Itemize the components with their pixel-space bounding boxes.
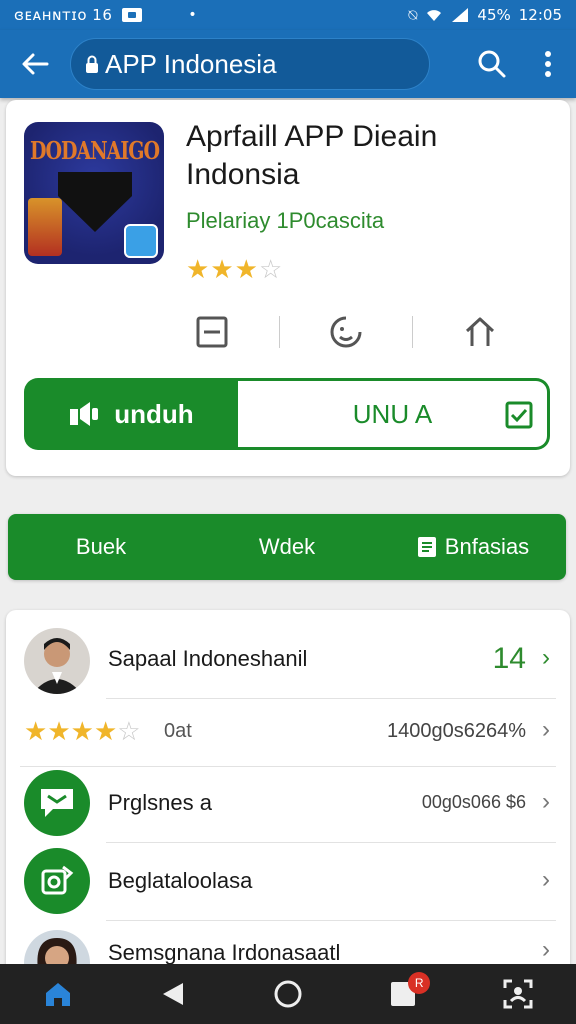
star-empty-icon: ☆: [117, 716, 141, 746]
arrow-left-icon: [22, 53, 49, 75]
clock: 12:05: [518, 6, 562, 24]
avatar: [24, 628, 90, 694]
search-icon: [478, 50, 506, 78]
row-label: Sapaal Indoneshanil: [108, 646, 308, 671]
share-button[interactable]: [280, 304, 413, 360]
app-title: Aprfaill APP Dieain Indonsia: [186, 120, 438, 191]
dot-icon: •: [188, 7, 198, 23]
list-item[interactable]: Prglsnes a 00g0s066 $6 ›: [6, 768, 570, 842]
star-icon: ★: [210, 254, 235, 284]
app-bar: APP Indonesia: [0, 30, 576, 98]
nav-scan-button[interactable]: [483, 964, 553, 1024]
face-badge-icon: [124, 224, 158, 258]
tab-label: Bnfasias: [444, 534, 530, 559]
chevron-right-icon: ›: [542, 866, 550, 893]
secondary-label: UNU A: [352, 398, 433, 429]
star-icon: ★: [93, 716, 118, 746]
share-face-icon: [330, 316, 362, 348]
wifi-icon: [427, 10, 442, 21]
app-icon-text: DODANAIGO: [30, 136, 160, 166]
battery-level: 45%: [477, 6, 511, 24]
signal-icon: [452, 8, 469, 22]
divider: [20, 766, 556, 767]
row-value: 14: [492, 642, 526, 675]
nav-home-button[interactable]: [23, 964, 93, 1024]
list-item[interactable]: ★★★★☆ 0at 1400g0s6264% ›: [6, 700, 570, 766]
circle-icon: [274, 980, 302, 1008]
tab-bnfasias[interactable]: Bnfasias: [380, 534, 566, 560]
search-button[interactable]: [464, 30, 520, 98]
developer-name[interactable]: Plelariay 1P0cascita: [186, 208, 384, 234]
list-item[interactable]: Beglataloolasa ›: [6, 844, 570, 918]
notification-icon: [122, 8, 143, 22]
quick-actions: [146, 304, 546, 360]
details-button[interactable]: [146, 304, 279, 360]
notification-badge: R: [408, 972, 431, 994]
star-empty-icon: ☆: [258, 254, 284, 284]
star-icon: ★: [24, 716, 48, 746]
divider: [106, 920, 556, 921]
nav-recents-button[interactable]: R: [368, 964, 438, 1024]
overflow-menu-button[interactable]: [520, 30, 576, 98]
download-icon: [70, 402, 99, 426]
row-label: Semsgnana Irdonasaatl: [108, 940, 341, 965]
row-value: 00g0s066 $6: [421, 792, 526, 812]
app-rating: ★★★☆: [186, 254, 283, 285]
chevron-right-icon: ›: [542, 936, 550, 963]
star-icon: ★: [70, 716, 94, 746]
tab-wdek[interactable]: Wdek: [194, 534, 380, 560]
chat-bubble-icon: [24, 770, 90, 836]
app-icon[interactable]: DODANAIGO: [24, 122, 164, 264]
mascot-icon: [28, 198, 62, 256]
tab-label: Buek: [75, 534, 127, 559]
info-list: Sapaal Indoneshanil 14 › ★★★★☆ 0at 1400g…: [6, 610, 570, 970]
star-icon: ★: [47, 716, 71, 746]
address-bar[interactable]: APP Indonesia: [70, 38, 430, 90]
secondary-button[interactable]: UNU A: [238, 378, 550, 450]
home-button[interactable]: [413, 304, 546, 360]
home-icon: [45, 983, 70, 1006]
star-icon: ★: [186, 254, 211, 284]
lock-icon: [86, 55, 98, 73]
more-vert-icon: [545, 51, 551, 77]
row-label: 0at: [164, 720, 192, 742]
row-value: 1400g0s6264%: [386, 720, 526, 742]
rating-stars: ★★★★☆: [24, 716, 141, 747]
bookmark-icon: [417, 537, 436, 557]
action-buttons: unduh UNU A: [24, 378, 550, 450]
back-button[interactable]: [0, 30, 70, 98]
list-item[interactable]: Sapaal Indoneshanil 14 ›: [6, 626, 570, 696]
shield-icon: [58, 172, 132, 232]
download-button[interactable]: unduh: [24, 378, 238, 450]
doc-icon: [196, 316, 228, 348]
status-bar: ɞᴇᴀʜɴᴛɪᴏ 16 • ⍉ 45% 12:05: [0, 0, 576, 30]
app-info-card: DODANAIGO Aprfaill APP Dieain Indonsia P…: [6, 100, 570, 476]
chevron-right-icon: ›: [542, 644, 550, 671]
check-box-icon: [505, 401, 533, 429]
tab-label: Wdek: [258, 534, 316, 559]
address-text: APP Indonesia: [105, 48, 277, 79]
chevron-right-icon: ›: [542, 716, 550, 743]
list-item[interactable]: Semsgnana Irdonasaatl ›: [6, 922, 570, 970]
scan-icon: [503, 979, 533, 1009]
system-nav-bar: R: [0, 964, 576, 1024]
divider: [106, 698, 556, 699]
home-icon: [465, 317, 494, 346]
row-label: Prglsnes a: [108, 790, 212, 815]
triangle-back-icon: [162, 983, 183, 1005]
tab-buek[interactable]: Buek: [8, 534, 194, 560]
star-icon: ★: [234, 254, 259, 284]
status-left-text: ɞᴇᴀʜɴᴛɪᴏ 16: [14, 6, 113, 24]
row-label: Beglataloolasa: [108, 868, 253, 893]
vibrate-icon: ⍉: [408, 6, 418, 24]
nav-circle-button[interactable]: [253, 964, 323, 1024]
nav-back-button[interactable]: [138, 964, 208, 1024]
category-tabs: Buek Wdek Bnfasias: [8, 514, 566, 580]
chevron-right-icon: ›: [542, 788, 550, 815]
divider: [106, 842, 556, 843]
camera-note-icon: [24, 848, 90, 914]
download-label: unduh: [114, 398, 194, 429]
